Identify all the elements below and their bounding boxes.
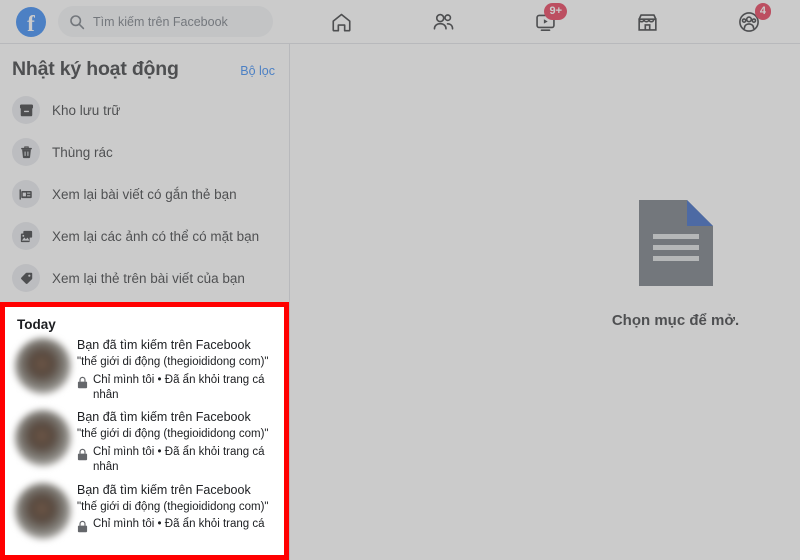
nav-groups[interactable]: 4 bbox=[728, 3, 771, 38]
page-title: Nhật ký hoạt động bbox=[12, 58, 179, 80]
activity-section-label: Today bbox=[17, 317, 56, 332]
list-item[interactable]: Bạn đã tìm kiếm trên Facebook "thế giới … bbox=[5, 479, 284, 543]
empty-state-text: Chọn mục để mở. bbox=[611, 312, 740, 329]
avatar bbox=[15, 410, 71, 467]
document-icon bbox=[638, 200, 713, 286]
watch-badge: 9+ bbox=[544, 3, 567, 20]
sidebar-item-label: Xem lại các ảnh có thể có mặt bạn bbox=[52, 228, 260, 244]
trash-glyph bbox=[20, 145, 32, 158]
lock-icon bbox=[77, 521, 88, 533]
highlight-annotation-box: Today Bạn đã tìm kiếm trên Facebook "thế… bbox=[0, 302, 289, 560]
list-item[interactable]: Bạn đã tìm kiếm trên Facebook "thế giới … bbox=[5, 334, 284, 406]
nav-watch[interactable]: 9+ bbox=[524, 3, 567, 38]
sidebar-header: Nhật ký hoạt động Bộ lọc bbox=[0, 44, 289, 85]
avatar bbox=[15, 482, 71, 539]
activity-body: Bạn đã tìm kiếm trên Facebook "thế giới … bbox=[77, 336, 271, 402]
top-navigation-bar: f Tìm kiếm trên Facebook 9+ 4 bbox=[0, 0, 800, 44]
lock-icon bbox=[77, 448, 88, 461]
content-area: Chọn mục để mở. bbox=[291, 45, 800, 560]
facebook-activity-log-page: f Tìm kiếm trên Facebook 9+ 4 Nhật ký ho… bbox=[0, 0, 800, 560]
activity-meta-text: Chỉ mình tôi • Đã ẩn khỏi trang cá nhân bbox=[93, 446, 265, 473]
home-icon bbox=[331, 13, 351, 32]
tag-glyph bbox=[20, 272, 32, 284]
photos-icon bbox=[12, 222, 40, 250]
archive-glyph bbox=[19, 103, 33, 116]
friends-icon bbox=[433, 13, 453, 30]
tagged-posts-glyph bbox=[19, 188, 32, 200]
nav-marketplace[interactable] bbox=[626, 6, 668, 38]
activity-body: Bạn đã tìm kiếm trên Facebook "thế giới … bbox=[77, 408, 271, 474]
activity-query: "thế giới di động (thegioididong com)" bbox=[77, 428, 269, 441]
facebook-logo-letter: f bbox=[27, 11, 35, 36]
sidebar-item-archive[interactable]: Kho lưu trữ bbox=[0, 89, 289, 131]
facebook-logo-icon[interactable]: f bbox=[16, 6, 46, 37]
sidebar-item-tags[interactable]: Xem lại thẻ trên bài viết của bạn bbox=[0, 257, 289, 299]
activity-meta: Chỉ mình tôi • Đã ẩn khỏi trang cá bbox=[77, 517, 269, 533]
nav-home[interactable] bbox=[320, 6, 362, 38]
activity-query: "thế giới di động (thegioididong com)" bbox=[77, 355, 269, 368]
tag-icon bbox=[12, 264, 40, 292]
sidebar-item-label: Xem lại bài viết có gắn thẻ bạn bbox=[52, 186, 237, 202]
activity-meta: Chỉ mình tôi • Đã ẩn khỏi trang cá nhân bbox=[77, 445, 271, 475]
activity-query: "thế giới di động (thegioididong com)" bbox=[77, 500, 269, 513]
sidebar-item-label: Xem lại thẻ trên bài viết của bạn bbox=[52, 270, 245, 286]
sidebar-item-label: Thùng rác bbox=[52, 144, 113, 160]
sidebar-item-trash[interactable]: Thùng rác bbox=[0, 131, 289, 173]
empty-state: Chọn mục để mở. bbox=[612, 200, 739, 329]
avatar bbox=[15, 338, 71, 394]
lock-icon bbox=[77, 376, 88, 388]
archive-icon bbox=[12, 96, 40, 124]
sidebar-menu: Kho lưu trữ Thùng rác Xem lại bài viết c… bbox=[0, 85, 289, 299]
activity-meta-text: Chỉ mình tôi • Đã ẩn khỏi trang cá bbox=[93, 518, 265, 531]
tagged-posts-icon bbox=[12, 180, 40, 208]
marketplace-icon bbox=[637, 13, 657, 31]
list-item[interactable]: Bạn đã tìm kiếm trên Facebook "thế giới … bbox=[5, 406, 284, 478]
filter-link[interactable]: Bộ lọc bbox=[240, 64, 275, 78]
activity-title: Bạn đã tìm kiếm trên Facebook bbox=[77, 482, 251, 497]
sidebar-item-label: Kho lưu trữ bbox=[52, 102, 121, 118]
groups-badge: 4 bbox=[754, 3, 771, 20]
activity-title: Bạn đã tìm kiếm trên Facebook bbox=[77, 338, 251, 352]
sidebar-item-tagged-posts[interactable]: Xem lại bài viết có gắn thẻ bạn bbox=[0, 173, 289, 215]
activity-feed: Today Bạn đã tìm kiếm trên Facebook "thế… bbox=[5, 307, 284, 543]
activity-meta-text: Chỉ mình tôi • Đã ẩn khỏi trang cá nhân bbox=[93, 373, 265, 401]
trash-icon bbox=[12, 138, 40, 166]
nav-icon-group: 9+ 4 bbox=[290, 0, 800, 44]
nav-friends[interactable] bbox=[422, 6, 464, 38]
sidebar-item-photos[interactable]: Xem lại các ảnh có thể có mặt bạn bbox=[0, 215, 289, 257]
search-input[interactable]: Tìm kiếm trên Facebook bbox=[93, 15, 228, 29]
activity-body: Bạn đã tìm kiếm trên Facebook "thế giới … bbox=[77, 481, 269, 539]
search-icon bbox=[70, 14, 85, 29]
activity-title: Bạn đã tìm kiếm trên Facebook bbox=[77, 410, 251, 425]
search-box[interactable]: Tìm kiếm trên Facebook bbox=[58, 6, 273, 37]
photos-glyph bbox=[20, 230, 32, 242]
activity-meta: Chỉ mình tôi • Đã ẩn khỏi trang cá nhân bbox=[77, 373, 271, 403]
